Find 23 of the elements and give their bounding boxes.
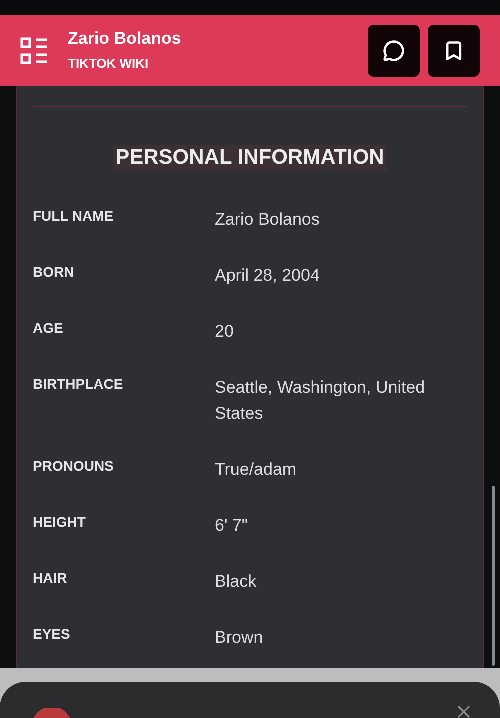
field-value: 20 [215, 321, 235, 343]
field-value: Zario Bolanos [215, 209, 321, 231]
field-value: Black [215, 571, 258, 593]
field-label: PRONOUNS [33, 457, 115, 476]
field-value: 6' 7" [215, 515, 249, 537]
page-title: Zario Bolanos [68, 28, 182, 50]
comments-button[interactable] [368, 24, 420, 76]
field-label: HAIR [33, 569, 68, 588]
field-value: Seattle, Washington, United States [215, 377, 426, 425]
field-value: True/adam [215, 459, 298, 481]
field-label: FULL NAME [33, 207, 115, 226]
bookmark-button[interactable] [428, 24, 480, 76]
menu-icon[interactable] [20, 36, 50, 66]
field-value: April 28, 2004 [215, 265, 321, 287]
field-label: BORN [33, 263, 76, 282]
field-value: Brown [215, 627, 264, 649]
field-label: HEIGHT [33, 513, 87, 532]
section-heading: PERSONAL INFORMATION [112, 145, 388, 171]
speech-bubble-icon [383, 40, 405, 62]
field-label: EYES [33, 625, 72, 644]
field-label: BIRTHPLACE [33, 375, 124, 394]
wiki-name: TIKTOK WIKI [68, 54, 150, 72]
field-label: AGE [33, 319, 64, 338]
